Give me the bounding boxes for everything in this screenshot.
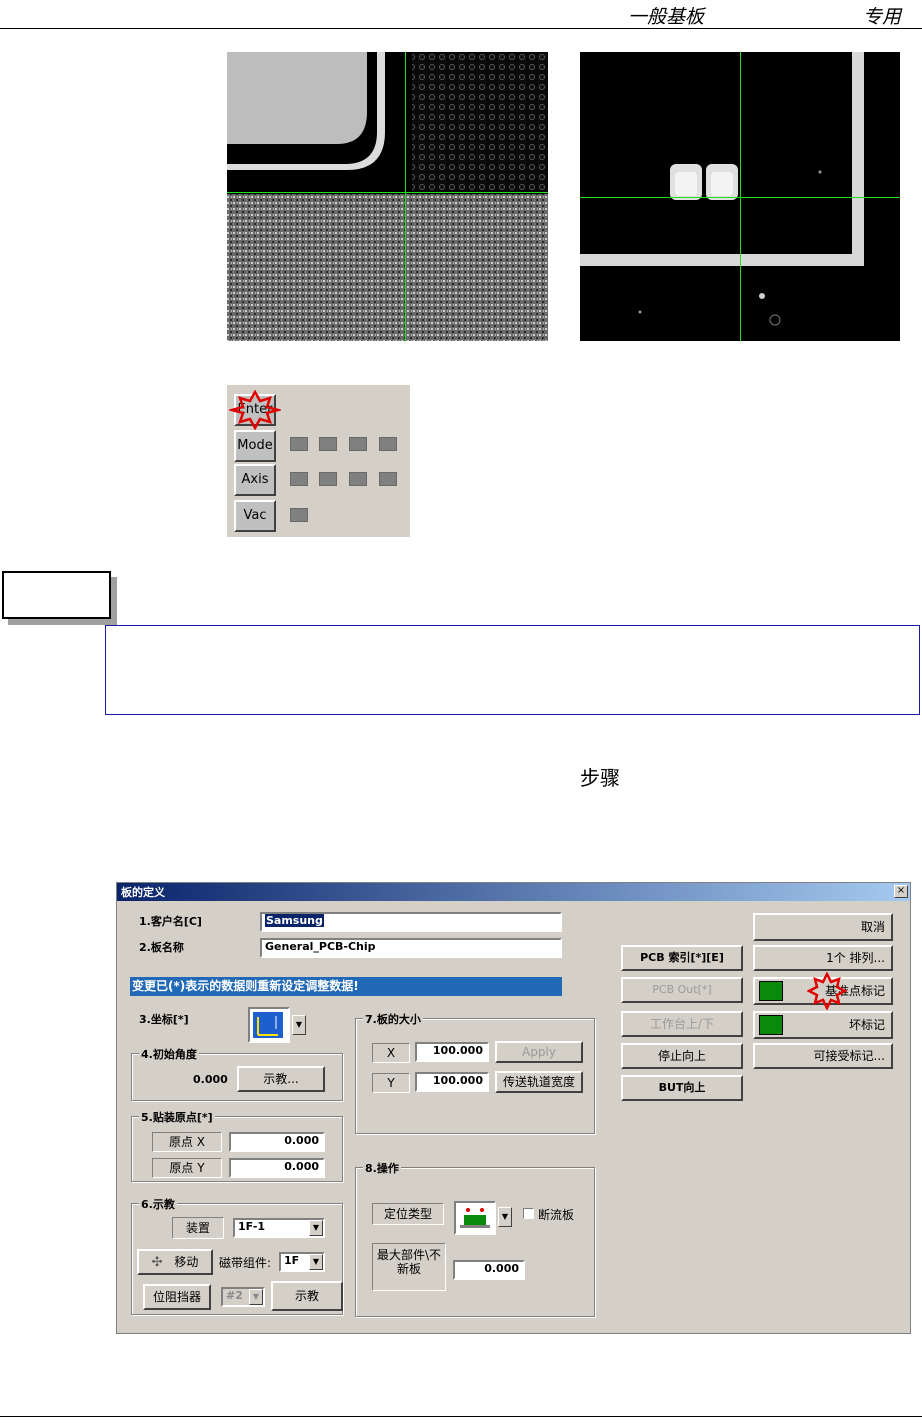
tape-select[interactable]: 1F ▼ [279, 1252, 325, 1272]
note-tab [2, 571, 111, 619]
locate-type-preview [454, 1201, 496, 1235]
move-cross-icon: ✣ [151, 1255, 163, 1270]
initial-angle-title: 4.初始角度 [139, 1046, 199, 1062]
coordinate-label: 3.坐标[*] [139, 1013, 189, 1026]
customer-value: Samsung [265, 914, 324, 927]
footer-rule [0, 1416, 922, 1417]
chevron-down-icon[interactable]: ▼ [498, 1207, 512, 1227]
stopper-value: #2 [226, 1289, 243, 1302]
origin-y-input[interactable]: 0.000 [229, 1158, 325, 1178]
move-button[interactable]: ✣ 移动 [137, 1249, 213, 1275]
bad-mark-button[interactable]: 坏标记 [753, 1011, 893, 1039]
crosshair-vertical [405, 52, 406, 341]
chevron-down-icon[interactable]: ▼ [292, 1015, 306, 1035]
chevron-down-icon[interactable]: ▼ [309, 1220, 323, 1236]
device-select[interactable]: 1F-1 ▼ [233, 1218, 325, 1238]
chevron-down-icon: ▼ [249, 1289, 263, 1305]
teach-button[interactable]: 示教 [271, 1281, 343, 1311]
apply-button: Apply [495, 1041, 583, 1063]
header-title: 一般基板 [628, 6, 705, 28]
customer-label: 1.客户名[C] [139, 915, 202, 928]
move-label: 移动 [174, 1255, 199, 1269]
origin-y-label: 原点 Y [152, 1158, 222, 1178]
mode-button[interactable]: Mode [234, 430, 276, 462]
coordinate-preview [248, 1007, 290, 1043]
mode-indicator [349, 437, 367, 451]
warning-banner: 变更已(*)表示的数据则重新设定调整数据! [130, 977, 562, 996]
origin-x-input[interactable]: 0.000 [229, 1132, 325, 1152]
break-board-checkbox[interactable] [523, 1208, 534, 1219]
mode-indicator [379, 437, 397, 451]
mode-indicator [319, 437, 337, 451]
break-board-label: 断流板 [538, 1208, 575, 1222]
angle-value: 0.000 [193, 1073, 228, 1086]
axis-indicator [319, 472, 337, 486]
stopper-button[interactable]: 位阻挡器 [143, 1284, 211, 1310]
board-name-input[interactable]: General_PCB-Chip [260, 938, 562, 958]
table-up-down-button: 工作台上/下 [621, 1011, 743, 1037]
dialog-title: 板的定义 [121, 886, 165, 899]
size-x-label: X [372, 1043, 410, 1063]
max-parts-label: 最大部件\不新板 [372, 1243, 446, 1291]
angle-teach-button[interactable]: 示教... [237, 1066, 325, 1092]
origin-x-label: 原点 X [152, 1132, 222, 1152]
dialog-titlebar: 板的定义 × [117, 883, 910, 901]
axis-icon [253, 1012, 283, 1038]
device-value: 1F-1 [238, 1220, 266, 1233]
device-label: 装置 [172, 1217, 224, 1239]
conveyor-width-button[interactable]: 传送轨道宽度 [495, 1071, 583, 1093]
stop-up-button[interactable]: 停止向上 [621, 1043, 743, 1069]
camera-image-right [580, 52, 900, 341]
board-name-label: 2.板名称 [139, 941, 184, 954]
header-rule [0, 28, 922, 29]
customer-input[interactable]: Samsung [260, 912, 562, 932]
highlight-star-icon [807, 972, 847, 1010]
size-x-input[interactable]: 100.000 [415, 1042, 489, 1062]
operation-title: 8.操作 [363, 1160, 401, 1176]
chevron-down-icon[interactable]: ▼ [309, 1254, 323, 1270]
axis-indicator [290, 472, 308, 486]
size-y-input[interactable]: 100.000 [415, 1072, 489, 1092]
mode-indicator [290, 437, 308, 451]
pcb-out-button: PCB Out[*] [621, 977, 743, 1003]
teach-group-title: 6.示教 [139, 1196, 177, 1212]
header-right: 专用 [863, 6, 902, 28]
bad-mark-color-swatch [759, 1015, 783, 1035]
vac-indicator [290, 508, 308, 522]
crosshair-horizontal [227, 192, 548, 193]
pcb-index-button[interactable]: PCB 索引[*][E] [621, 945, 743, 971]
but-up-button[interactable]: BUT向上 [621, 1075, 743, 1101]
locate-type-selector[interactable]: ▼ [454, 1201, 512, 1235]
board-locate-icon [460, 1208, 490, 1228]
axis-indicator [379, 472, 397, 486]
operation-group [355, 1167, 595, 1317]
close-button[interactable]: × [894, 885, 908, 898]
camera-image-left [227, 52, 548, 341]
accept-mark-button[interactable]: 可接受标记... [753, 1043, 893, 1069]
axis-indicator [349, 472, 367, 486]
step-heading: 步骤 [580, 766, 620, 790]
bad-mark-label: 坏标记 [848, 1018, 885, 1032]
array-button[interactable]: 1个 排列... [753, 945, 893, 971]
max-parts-input[interactable]: 0.000 [453, 1260, 525, 1280]
axis-button[interactable]: Axis [234, 464, 276, 496]
size-y-label: Y [372, 1073, 410, 1093]
fiducial-color-swatch [759, 981, 783, 1001]
mount-origin-title: 5.贴装原点[*] [139, 1109, 215, 1125]
machine-control-panel: Enter Mode Axis Vac [227, 385, 410, 537]
board-definition-dialog: 板的定义 × 1.客户名[C] Samsung 2.板名称 General_PC… [116, 882, 911, 1334]
stopper-select: #2 ▼ [221, 1287, 265, 1307]
cancel-button[interactable]: 取消 [753, 913, 893, 941]
coordinate-selector[interactable]: ▼ [248, 1007, 306, 1043]
tape-label: 磁带组件: [219, 1256, 272, 1270]
highlight-star-icon [229, 390, 281, 430]
note-box [105, 625, 920, 715]
board-size-title: 7.板的大小 [363, 1011, 423, 1027]
tape-value: 1F [284, 1254, 300, 1267]
crosshair-horizontal [580, 197, 900, 198]
vac-button[interactable]: Vac [234, 500, 276, 532]
locate-type-label: 定位类型 [372, 1203, 444, 1225]
